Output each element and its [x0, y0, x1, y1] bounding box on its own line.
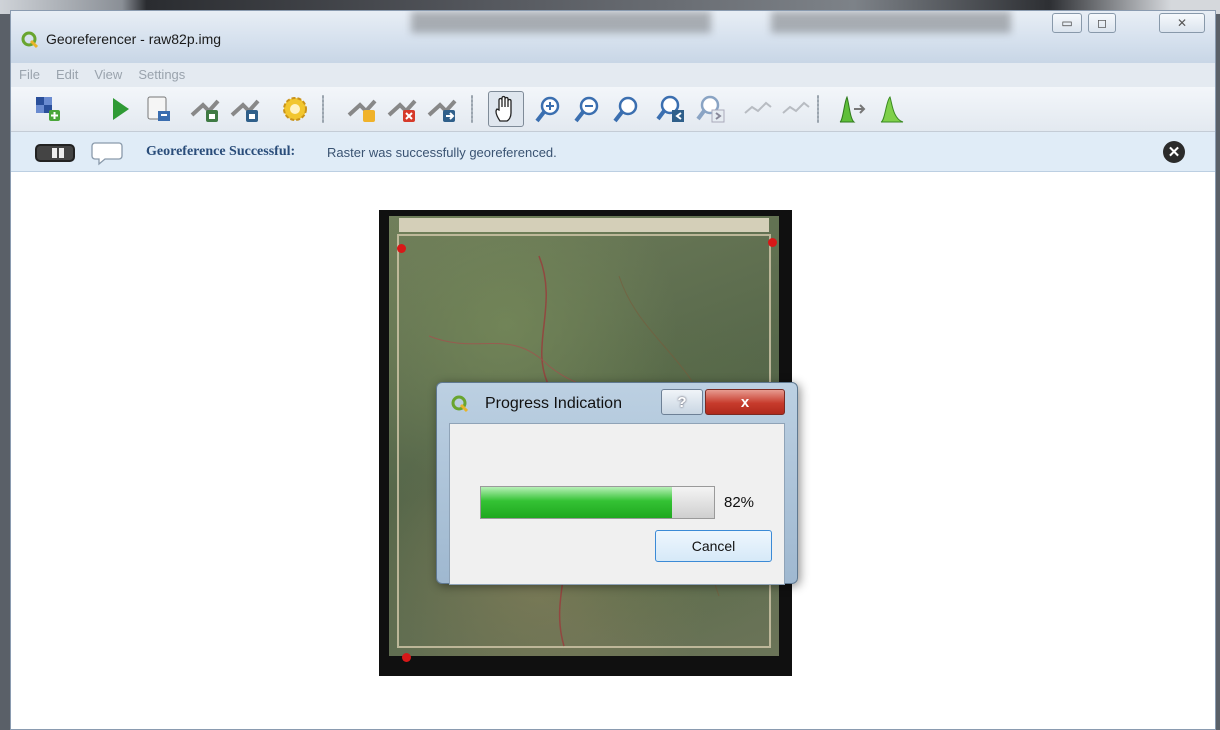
- dialog-title: Progress Indication: [485, 395, 622, 412]
- qgis-logo-icon: [21, 31, 39, 49]
- add-point-icon[interactable]: [346, 93, 378, 125]
- gcp-point[interactable]: [768, 238, 777, 247]
- pan-icon[interactable]: [488, 91, 524, 127]
- minimize-button[interactable]: ▭: [1052, 13, 1082, 33]
- menu-edit[interactable]: Edit: [56, 63, 78, 87]
- local-histogram-stretch-icon[interactable]: [877, 93, 909, 125]
- menu-view[interactable]: View: [94, 63, 122, 87]
- gcp-point[interactable]: [402, 653, 411, 662]
- menu-file[interactable]: File: [19, 63, 40, 87]
- dialog-body: 82% Cancel: [449, 423, 785, 585]
- title-bar: Georeferencer - raw82p.img ▭ ◻ ✕: [11, 11, 1215, 63]
- close-message-icon[interactable]: ✕: [1163, 141, 1185, 163]
- menu-bar: File Edit View Settings: [11, 63, 1215, 87]
- zoom-last-icon[interactable]: [655, 93, 687, 125]
- message-bar: Georeference Successful: Raster was succ…: [11, 132, 1215, 172]
- window-title: Georeferencer - raw82p.img: [46, 31, 222, 47]
- message-title: Georeference Successful:: [146, 144, 296, 159]
- menu-settings[interactable]: Settings: [138, 63, 185, 87]
- generate-gdal-script-icon[interactable]: [142, 93, 174, 125]
- progress-bar: [480, 486, 715, 519]
- load-gcp-points-icon[interactable]: [189, 93, 221, 125]
- cancel-button[interactable]: Cancel: [655, 530, 772, 562]
- progress-percent: 82%: [724, 494, 755, 511]
- transformation-settings-icon[interactable]: [279, 93, 311, 125]
- georeferencer-window: Georeferencer - raw82p.img ▭ ◻ ✕ File Edi…: [10, 10, 1216, 730]
- close-window-button[interactable]: ✕: [1159, 13, 1205, 33]
- message-log-toggle[interactable]: [35, 144, 75, 162]
- link-georeferencer-icon[interactable]: [742, 93, 774, 125]
- close-dialog-button[interactable]: x: [705, 389, 785, 415]
- delete-point-icon[interactable]: [386, 93, 418, 125]
- qgis-logo-icon: [451, 395, 469, 413]
- zoom-in-icon[interactable]: [533, 93, 565, 125]
- help-button[interactable]: ?: [661, 389, 703, 415]
- save-gcp-points-icon[interactable]: [229, 93, 261, 125]
- link-qgis-icon[interactable]: [780, 93, 812, 125]
- move-gcp-point-icon[interactable]: [426, 93, 458, 125]
- speech-bubble-icon: [91, 142, 123, 166]
- zoom-next-icon[interactable]: [695, 93, 727, 125]
- zoom-out-icon[interactable]: [572, 93, 604, 125]
- gcp-point[interactable]: [397, 244, 406, 253]
- maximize-button[interactable]: ◻: [1088, 13, 1116, 33]
- zoom-to-layer-icon[interactable]: [611, 93, 643, 125]
- progress-bar-fill: [481, 487, 673, 518]
- progress-dialog: Progress Indication ? x 82% Cancel: [436, 382, 798, 585]
- full-histogram-stretch-icon[interactable]: [837, 93, 869, 125]
- open-raster-icon[interactable]: [32, 93, 64, 125]
- toolbar: [11, 87, 1215, 132]
- message-text: Raster was successfully georeferenced.: [327, 145, 557, 160]
- start-georeferencing-icon[interactable]: [104, 93, 136, 125]
